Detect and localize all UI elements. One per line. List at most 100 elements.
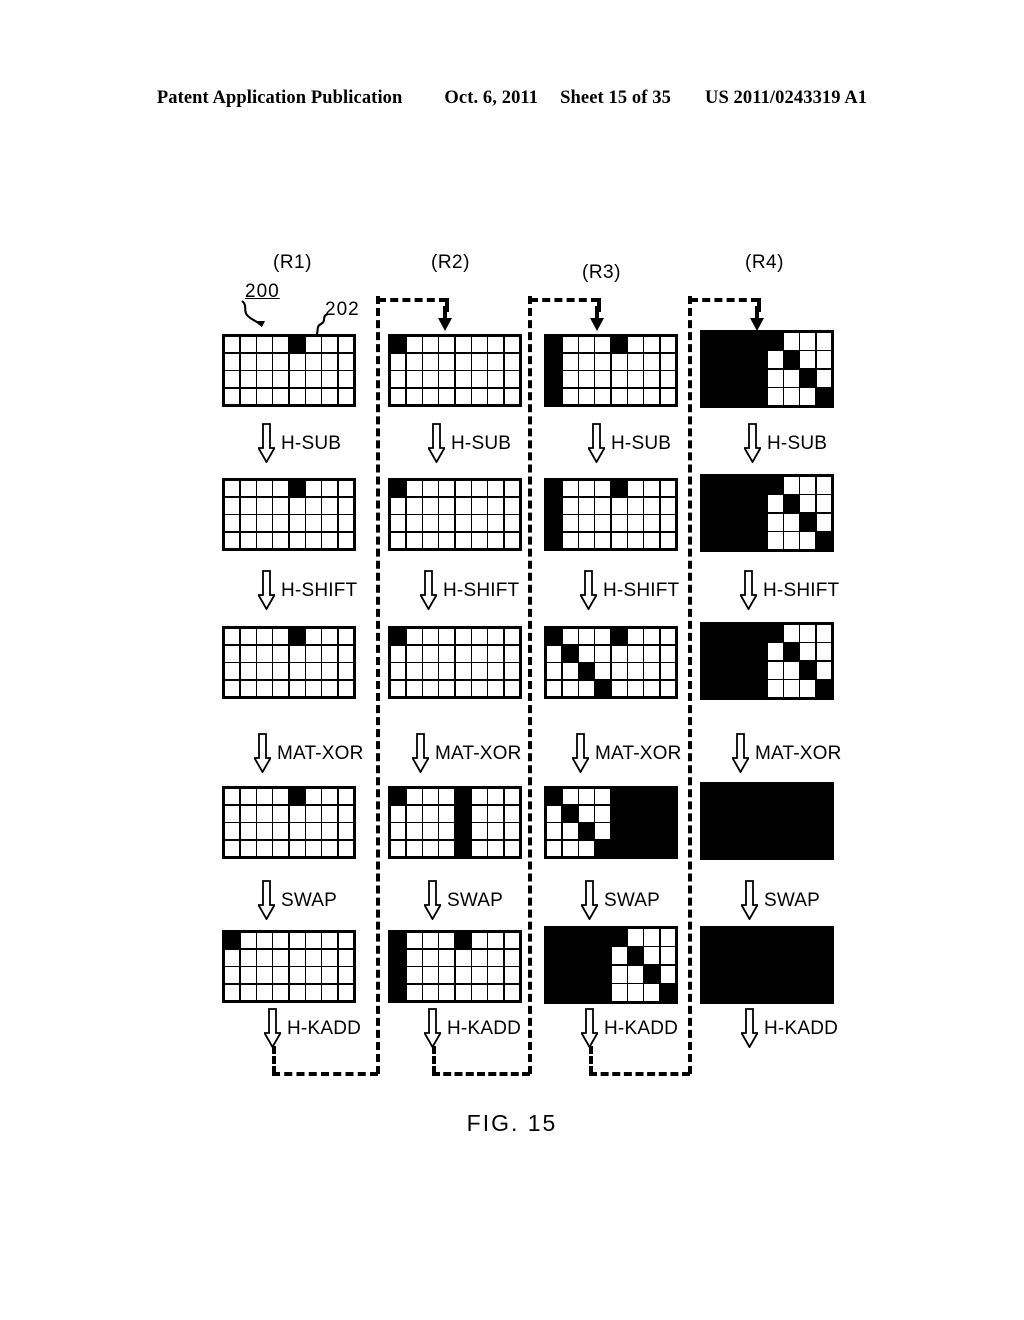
matrix-cell [628, 515, 643, 532]
matrix-cell [289, 336, 305, 353]
matrix-cell [273, 480, 289, 497]
matrix-cell [289, 645, 305, 662]
down-arrow-icon [424, 880, 441, 920]
matrix-cell [546, 840, 562, 857]
feedback-path-bottom-r2 [432, 1072, 530, 1076]
matrix-cell [702, 680, 718, 698]
matrix-cell [628, 840, 643, 857]
matrix-cell [257, 532, 272, 549]
matrix-r4-input[interactable] [700, 330, 834, 408]
matrix-r1-h-sub[interactable] [222, 478, 356, 551]
matrix-cell [644, 532, 660, 549]
matrix-cell [644, 928, 660, 946]
matrix-r2-mat-xor[interactable] [388, 786, 522, 859]
matrix-r3-h-shift[interactable] [544, 626, 678, 699]
operation-arrow-r3-h-kadd: H-KADD [581, 1008, 678, 1048]
matrix-r3-mat-xor[interactable] [544, 786, 678, 859]
matrix-cell [455, 645, 471, 662]
matrix-r3-input[interactable] [544, 334, 678, 407]
matrix-cell [816, 680, 832, 698]
matrix-cell [273, 984, 289, 1001]
matrix-cell [289, 788, 305, 805]
matrix-cell [257, 984, 272, 1001]
matrix-cell [660, 984, 676, 1002]
matrix-r4-swap[interactable] [700, 926, 834, 1004]
matrix-cell [660, 823, 676, 840]
matrix-r4-h-sub[interactable] [700, 474, 834, 552]
operation-arrow-r4-h-kadd: H-KADD [741, 1008, 838, 1048]
matrix-cell [338, 371, 354, 388]
matrix-cell [504, 680, 520, 697]
matrix-cell [546, 805, 562, 822]
matrix-cell [406, 823, 422, 840]
operation-label-h-shift: H-SHIFT [603, 579, 680, 601]
matrix-cell [735, 332, 750, 350]
matrix-r2-h-shift[interactable] [388, 626, 522, 699]
operation-label-h-shift: H-SHIFT [281, 579, 358, 601]
matrix-cell [767, 351, 783, 369]
operation-label-mat-xor: MAT-XOR [755, 742, 842, 764]
matrix-cell [257, 663, 272, 680]
matrix-cell [767, 369, 783, 387]
matrix-cell [546, 928, 562, 946]
matrix-cell [322, 932, 338, 949]
matrix-cell [306, 371, 321, 388]
matrix-r1-mat-xor[interactable] [222, 786, 356, 859]
matrix-r1-h-shift[interactable] [222, 626, 356, 699]
matrix-cell [423, 388, 438, 405]
matrix-cell [306, 663, 321, 680]
matrix-r1-input[interactable] [222, 334, 356, 407]
matrix-r2-swap[interactable] [388, 930, 522, 1003]
feedback-path-top-r2 [378, 298, 447, 302]
matrix-cell [628, 353, 643, 370]
matrix-cell [273, 532, 289, 549]
matrix-cell [660, 497, 676, 514]
matrix-cell [439, 645, 455, 662]
matrix-cell [595, 947, 611, 965]
operation-arrow-r2-h-sub: H-SUB [428, 423, 511, 463]
matrix-cell [628, 532, 643, 549]
matrix-cell [611, 628, 627, 645]
matrix-cell [390, 680, 406, 697]
matrix-cell [562, 532, 578, 549]
matrix-cell [579, 823, 594, 840]
matrix-r2-h-sub[interactable] [388, 478, 522, 551]
matrix-cell [240, 353, 256, 370]
matrix-r4-mat-xor[interactable] [700, 782, 834, 860]
matrix-cell [628, 805, 643, 822]
matrix-cell [423, 371, 438, 388]
matrix-r3-h-sub[interactable] [544, 478, 678, 551]
matrix-cell [488, 532, 504, 549]
matrix-cell [306, 628, 321, 645]
matrix-cell [579, 371, 594, 388]
matrix-cell [562, 388, 578, 405]
matrix-cell [488, 371, 504, 388]
matrix-cell [488, 805, 504, 822]
matrix-cell [472, 932, 487, 949]
matrix-r1-swap[interactable] [222, 930, 356, 1003]
matrix-cell [504, 388, 520, 405]
operation-arrow-r4-mat-xor: MAT-XOR [732, 733, 842, 773]
matrix-cell [322, 532, 338, 549]
operation-label-swap: SWAP [447, 889, 504, 911]
matrix-r3-swap[interactable] [544, 926, 678, 1004]
matrix-cell [579, 928, 594, 946]
matrix-r2-input[interactable] [388, 334, 522, 407]
matrix-cell [546, 645, 562, 662]
matrix-cell [224, 932, 240, 949]
matrix-cell [816, 661, 832, 679]
separator-r3-r4 [688, 296, 692, 1074]
operation-label-h-kadd: H-KADD [287, 1017, 362, 1039]
matrix-cell [439, 967, 455, 984]
matrix-cell [338, 805, 354, 822]
matrix-cell [406, 840, 422, 857]
matrix-cell [628, 388, 643, 405]
matrix-cell [455, 840, 471, 857]
matrix-cell [562, 497, 578, 514]
operation-arrow-r2-mat-xor: MAT-XOR [412, 733, 522, 773]
matrix-cell [338, 628, 354, 645]
matrix-r4-h-shift[interactable] [700, 622, 834, 700]
matrix-cell [718, 624, 734, 642]
matrix-cell [611, 515, 627, 532]
matrix-cell [660, 965, 676, 983]
